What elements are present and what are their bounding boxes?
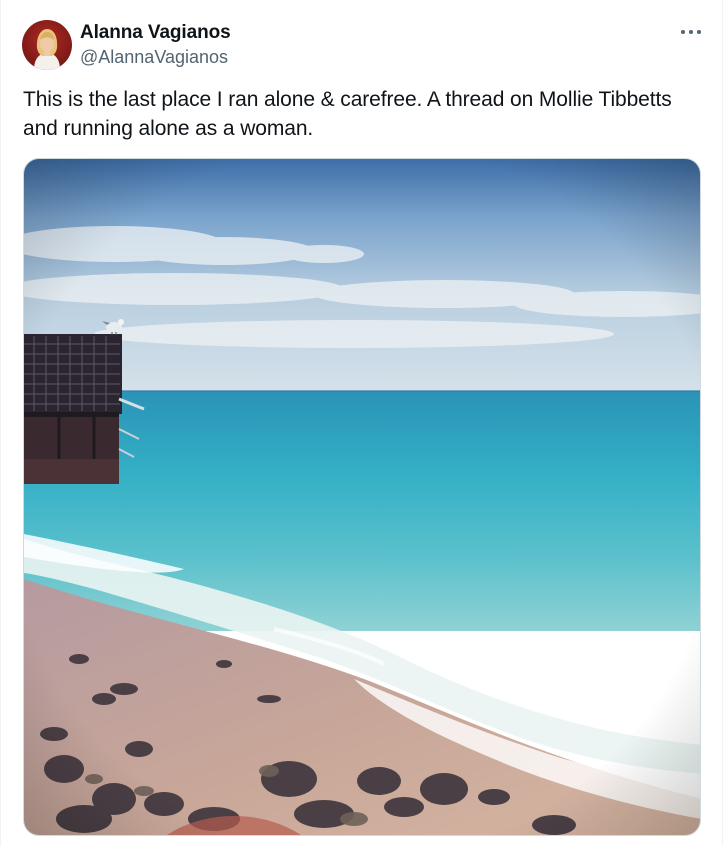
avatar[interactable] bbox=[22, 20, 72, 70]
author-handle[interactable]: @AlannaVagianos bbox=[80, 46, 228, 68]
author-name[interactable]: Alanna Vagianos bbox=[80, 21, 231, 45]
tweet-photo[interactable] bbox=[23, 158, 701, 836]
tweet-text: This is the last place I ran alone & car… bbox=[23, 88, 672, 140]
tweet-card: Alanna Vagianos @AlannaVagianos This is … bbox=[0, 0, 723, 846]
beach-photo bbox=[24, 159, 700, 835]
avatar-image bbox=[22, 20, 72, 70]
more-horizontal-icon bbox=[681, 30, 701, 34]
more-options-button[interactable] bbox=[675, 20, 707, 44]
